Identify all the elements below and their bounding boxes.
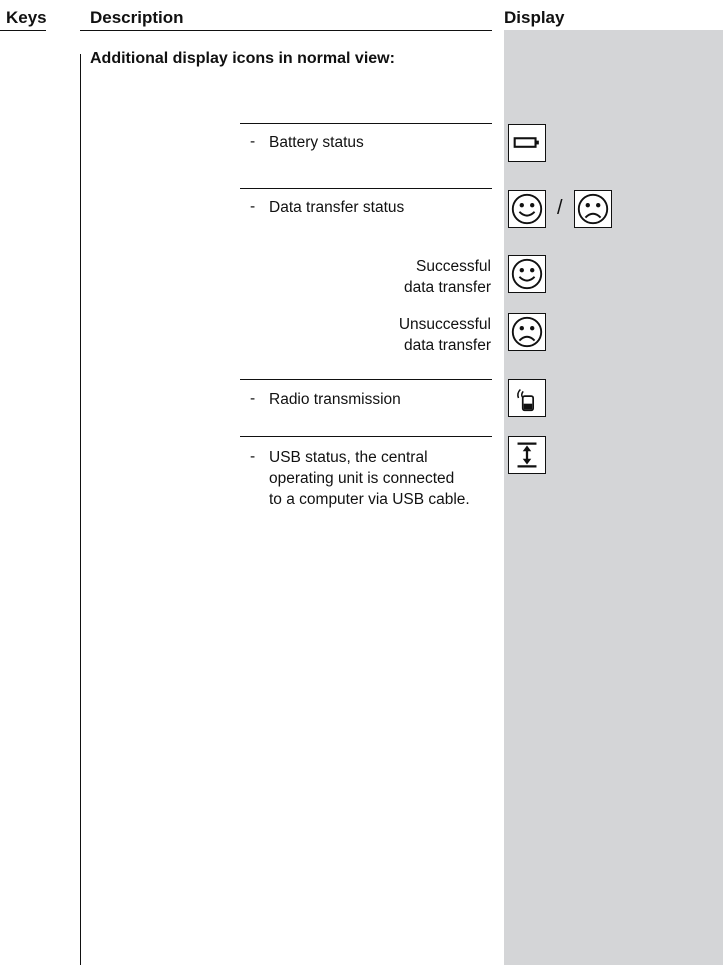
battery-status-label: Battery status: [269, 134, 364, 151]
radio-transmission-label: Radio transmission: [269, 391, 401, 408]
usb-status-line-2: operating unit is connected: [269, 470, 455, 487]
section-title: Additional display icons in normal view:: [90, 50, 395, 67]
sad-face-icon: [574, 190, 612, 228]
display-header: Display: [504, 8, 565, 27]
keys-header: Keys: [6, 8, 47, 27]
unsuccessful-line-1: Unsuccessful: [398, 316, 491, 333]
sad-face-icon: [508, 313, 546, 351]
usb-status-line-3: to a computer via USB cable.: [269, 491, 470, 508]
successful-label: Successful data transfer: [300, 256, 491, 298]
successful-line-1: Successful: [416, 258, 491, 275]
separator-line: [240, 436, 492, 437]
separator-line: [240, 379, 492, 380]
list-dash: -: [250, 133, 256, 150]
list-dash: -: [250, 198, 256, 215]
separator-line: [240, 123, 492, 124]
battery-icon: [508, 124, 546, 162]
happy-face-icon: [508, 190, 546, 228]
description-header-underline: [80, 30, 492, 31]
separator-line: [240, 188, 492, 189]
list-dash: -: [250, 448, 256, 465]
usb-status-line-1: USB status, the central: [269, 449, 428, 466]
happy-face-icon: [508, 255, 546, 293]
list-dash: -: [250, 390, 256, 407]
unsuccessful-line-2: data transfer: [403, 337, 491, 354]
description-header: Description: [90, 8, 184, 27]
data-transfer-status-label: Data transfer status: [269, 199, 405, 216]
usb-arrow-icon: [508, 436, 546, 474]
display-column-background: [504, 30, 723, 965]
icon-separator-slash: /: [557, 197, 563, 219]
unsuccessful-label: Unsuccessful data transfer: [300, 314, 491, 356]
usb-status-label: USB status, the central operating unit i…: [269, 447, 470, 510]
successful-line-2: data transfer: [403, 279, 491, 296]
keys-header-underline: [0, 30, 46, 31]
description-column-rule: [80, 54, 81, 965]
radio-signal-icon: [508, 379, 546, 417]
